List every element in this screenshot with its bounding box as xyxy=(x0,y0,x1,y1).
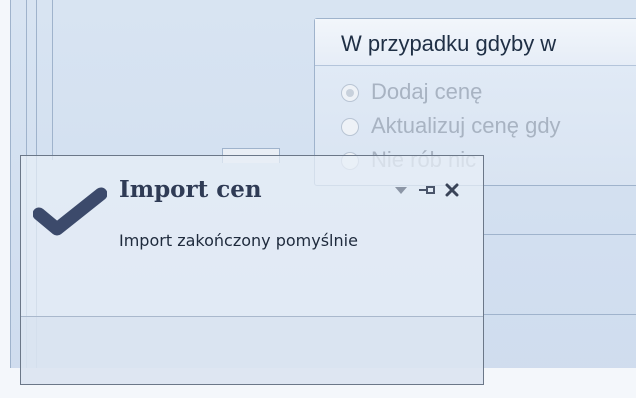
notification-message: Import zakończony pomyślnie xyxy=(119,231,358,250)
group-header: W przypadku gdyby w xyxy=(315,19,636,66)
check-icon xyxy=(33,187,107,236)
dropdown-arrow-icon[interactable] xyxy=(393,180,409,200)
panel-divider xyxy=(484,314,636,315)
radio-button[interactable] xyxy=(341,118,359,136)
group-title: W przypadku gdyby w xyxy=(341,31,557,56)
radio-label: Dodaj cenę xyxy=(371,79,483,104)
notification-footer xyxy=(21,317,483,384)
frame-line xyxy=(10,0,11,368)
left-rail xyxy=(0,0,10,398)
radio-button[interactable] xyxy=(341,84,359,102)
notification-title: Import cen xyxy=(119,176,262,203)
import-notification[interactable]: Import cen Import zakończony pomyślnie xyxy=(20,155,484,385)
radio-label: Aktualizuj cenę gdy xyxy=(371,113,561,138)
frame-line xyxy=(52,0,53,160)
panel-divider xyxy=(484,234,636,235)
pin-icon[interactable] xyxy=(417,180,437,200)
close-icon[interactable] xyxy=(443,180,461,200)
